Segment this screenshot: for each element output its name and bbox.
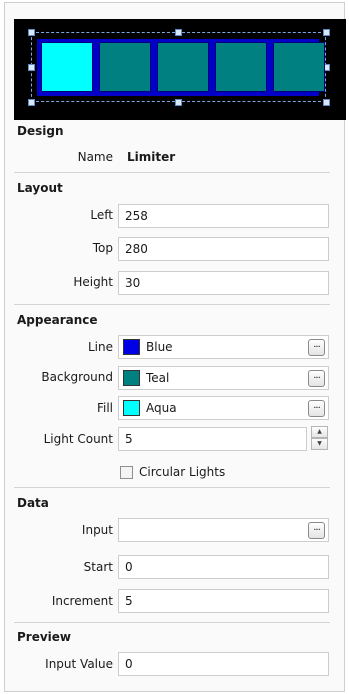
- limiter-light: [215, 42, 267, 92]
- limiter-light: [273, 42, 325, 92]
- background-color-ellipsis-button[interactable]: ...: [308, 370, 325, 387]
- increment-label: Increment: [51, 594, 113, 608]
- limiter-light: [99, 42, 151, 92]
- background-color-swatch: [123, 370, 140, 386]
- top-label: Top: [92, 241, 113, 255]
- fill-color-value: Aqua: [146, 401, 177, 415]
- section-title-design: Design: [17, 124, 64, 138]
- fill-color-field[interactable]: Aqua ...: [118, 396, 329, 420]
- resize-handle-bottom-right[interactable]: [323, 99, 330, 106]
- section-title-appearance: Appearance: [17, 313, 98, 327]
- spin-up-arrow-icon[interactable]: ▲: [311, 426, 328, 438]
- light-count-input[interactable]: 5: [118, 427, 307, 451]
- top-value: 280: [125, 242, 148, 256]
- increment-input[interactable]: 5: [118, 589, 329, 613]
- background-color-field[interactable]: Teal ...: [118, 366, 329, 390]
- background-label: Background: [41, 370, 113, 384]
- increment-value: 5: [125, 594, 133, 608]
- background-color-value: Teal: [146, 371, 170, 385]
- resize-handle-top-left[interactable]: [28, 29, 35, 36]
- name-label: Name: [77, 150, 113, 164]
- resize-handle-top-center[interactable]: [175, 29, 182, 36]
- section-title-preview: Preview: [17, 630, 72, 644]
- preview-input-value: 0: [125, 657, 133, 671]
- circular-lights-label[interactable]: Circular Lights: [139, 465, 225, 479]
- circular-lights-checkbox[interactable]: [120, 466, 133, 479]
- input-value-label: Input Value: [45, 657, 113, 671]
- section-title-data: Data: [17, 496, 49, 510]
- resize-handle-middle-left[interactable]: [28, 64, 35, 71]
- limiter-light: [41, 42, 93, 92]
- limiter-preview-canvas: [14, 19, 346, 120]
- divider: [14, 487, 330, 488]
- name-value: Limiter: [127, 150, 176, 164]
- start-value: 0: [125, 560, 133, 574]
- height-input[interactable]: 30: [118, 271, 329, 295]
- fill-color-swatch: [123, 400, 140, 416]
- line-color-value: Blue: [146, 340, 173, 354]
- line-color-swatch: [123, 339, 140, 355]
- input-ellipsis-button[interactable]: ...: [308, 522, 325, 539]
- input-label: Input: [81, 523, 113, 537]
- height-label: Height: [73, 275, 113, 289]
- line-label: Line: [87, 340, 113, 354]
- light-count-value: 5: [125, 432, 133, 446]
- limiter-light: [157, 42, 209, 92]
- divider: [14, 304, 330, 305]
- left-label: Left: [90, 208, 113, 222]
- input-field[interactable]: ...: [118, 518, 329, 542]
- light-count-spinner[interactable]: ▲ ▼: [311, 426, 328, 450]
- spin-down-arrow-icon[interactable]: ▼: [311, 438, 328, 450]
- resize-handle-top-right[interactable]: [323, 29, 330, 36]
- line-color-ellipsis-button[interactable]: ...: [308, 339, 325, 356]
- light-count-label: Light Count: [43, 432, 113, 446]
- start-input[interactable]: 0: [118, 555, 329, 579]
- fill-color-ellipsis-button[interactable]: ...: [308, 400, 325, 417]
- fill-label: Fill: [96, 401, 113, 415]
- resize-handle-bottom-center[interactable]: [175, 99, 182, 106]
- left-value: 258: [125, 209, 148, 223]
- limiter-lights: [37, 39, 325, 96]
- left-input[interactable]: 258: [118, 204, 329, 228]
- line-color-field[interactable]: Blue ...: [118, 335, 329, 359]
- input-value-input[interactable]: 0: [118, 652, 329, 676]
- height-value: 30: [125, 276, 141, 290]
- start-label: Start: [83, 560, 113, 574]
- top-input[interactable]: 280: [118, 237, 329, 261]
- divider: [14, 622, 330, 623]
- section-title-layout: Layout: [17, 181, 63, 195]
- divider: [14, 172, 330, 173]
- resize-handle-bottom-left[interactable]: [28, 99, 35, 106]
